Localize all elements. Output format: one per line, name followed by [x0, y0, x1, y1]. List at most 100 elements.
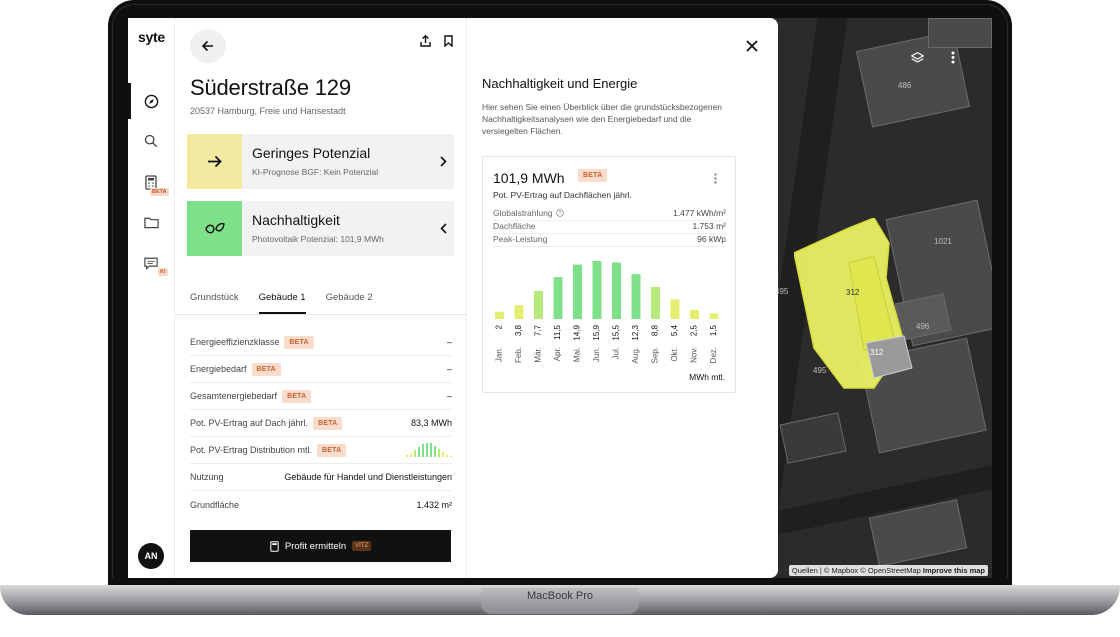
- row-total-energy: Gesamtenergiebedarf BETA –: [190, 383, 452, 410]
- row-value: –: [446, 364, 452, 374]
- map-attribution: Quellen | © Mapbox © OpenStreetMap Impro…: [788, 565, 988, 576]
- row-value: –: [446, 337, 452, 347]
- app-logo[interactable]: syte: [138, 29, 165, 45]
- potential-card[interactable]: Geringes Potenzial KI-Prognose BGF: Kein…: [187, 134, 454, 189]
- chart-bar: [553, 277, 563, 319]
- pv-sparkline: [406, 443, 452, 457]
- row-floor-area: Grundfläche 1.432 m²: [190, 491, 452, 518]
- month-tick-label: Jun.: [592, 347, 601, 362]
- nav-rail: syte BETA KI AN: [128, 18, 175, 578]
- detail-description: Hier sehen Sie einen Überblick über die …: [482, 102, 723, 136]
- month-tick-label: Sep.: [651, 347, 660, 363]
- row-label: Gesamtenergiebedarf: [190, 391, 278, 401]
- bar-value-label: 15,5: [612, 324, 621, 340]
- more-vertical-icon[interactable]: [942, 46, 964, 68]
- sparkline-bar: [410, 453, 412, 457]
- search-icon[interactable]: [142, 132, 160, 150]
- profit-button-label: Profit ermitteln: [284, 540, 347, 552]
- row-label: Energieeffizienzklasse: [190, 337, 280, 347]
- folder-icon[interactable]: [142, 213, 160, 231]
- layers-icon[interactable]: [906, 46, 928, 68]
- sparkline-bar: [438, 449, 440, 457]
- share-icon[interactable]: [418, 34, 432, 48]
- tabs-divider: [175, 314, 467, 315]
- vitz-badge: VITZ: [352, 541, 372, 551]
- month-tick-label: Feb.: [514, 347, 523, 363]
- row-energy-class: Energieeffizienzklasse BETA –: [190, 329, 452, 356]
- beta-badge: BETA: [313, 416, 343, 430]
- month-tick-label: Jul.: [612, 347, 621, 359]
- compass-icon[interactable]: [142, 92, 160, 110]
- active-indicator: [128, 83, 131, 119]
- row-value: Gebäude für Handel und Dienstleistungen: [284, 472, 452, 482]
- sparkline-bar: [430, 443, 432, 457]
- card-subtitle: Photovoltaik Potenzial: 101,9 MWh: [252, 234, 384, 244]
- bar-value-label: 11,5: [553, 324, 562, 340]
- month-tick-label: Jan.: [495, 347, 504, 362]
- device-label: MacBook Pro: [526, 590, 594, 602]
- chevron-left-icon: [432, 201, 454, 256]
- chart-bar: [592, 261, 602, 319]
- chevron-right-icon: [432, 134, 454, 189]
- bar-value-label: 3,8: [514, 324, 523, 336]
- row-value: 83,3 MWh: [410, 418, 452, 428]
- tab-gebaeude-2[interactable]: Gebäude 2: [326, 292, 373, 314]
- map-label: 312: [846, 288, 860, 297]
- card-subtitle: KI-Prognose BGF: Kein Potenzial: [252, 167, 379, 177]
- tab-gebaeude-1[interactable]: Gebäude 1: [258, 292, 306, 314]
- close-icon[interactable]: [746, 39, 760, 53]
- card-title: Nachhaltigkeit: [252, 212, 340, 228]
- map-label: 495: [813, 366, 827, 375]
- building-tabs: Grundstück Gebäude 1 Gebäude 2: [190, 292, 373, 314]
- selected-building[interactable]: [793, 217, 914, 389]
- chart-bar: [670, 299, 680, 319]
- leaf-icon: [187, 201, 242, 256]
- arrow-right-icon: [187, 134, 242, 189]
- row-label: Pot. PV-Ertrag Distribution mtl.: [190, 445, 313, 455]
- avatar[interactable]: AN: [138, 543, 164, 569]
- bar-value-label: 14,9: [573, 324, 582, 340]
- bar-value-label: 15,9: [592, 324, 601, 340]
- month-tick-label: Dez.: [709, 347, 718, 363]
- row-value: –: [446, 391, 452, 401]
- sustainability-card[interactable]: Nachhaltigkeit Photovoltaik Potenzial: 1…: [187, 201, 454, 256]
- detail-panel: Nachhaltigkeit und Energie Hier sehen Si…: [467, 18, 778, 578]
- sparkline-bar: [426, 443, 428, 457]
- screen: 486 1021 312 312 496 495 495 Quellen | ©…: [128, 18, 992, 578]
- beta-badge: BETA: [282, 389, 312, 403]
- chart-bar: [690, 309, 699, 319]
- pv-chart-card: 101,9 MWh BETA Pot. PV-Ertrag auf Dachfl…: [482, 156, 736, 393]
- chart-bar: [631, 274, 641, 319]
- month-tick-label: Nov.: [690, 347, 699, 363]
- bar-value-label: 7,7: [534, 324, 543, 336]
- bookmark-icon[interactable]: [441, 34, 455, 48]
- sparkline-bar: [422, 443, 424, 457]
- row-energy-demand: Energiebedarf BETA –: [190, 356, 452, 383]
- chart-bar: [573, 264, 582, 319]
- month-tick-label: Okt.: [670, 347, 679, 362]
- improve-map-link[interactable]: Improve this map: [923, 566, 985, 575]
- sparkline-bar: [434, 446, 436, 457]
- bar-value-label: 2: [495, 324, 504, 329]
- row-usage: Nutzung Gebäude für Handel und Dienstlei…: [190, 464, 452, 491]
- arrow-left-icon: [202, 40, 213, 52]
- ki-badge: KI: [158, 268, 168, 276]
- row-label: Nutzung: [190, 472, 224, 482]
- month-tick-label: Aug.: [631, 347, 640, 363]
- back-button[interactable]: [190, 29, 226, 63]
- tab-grundstueck[interactable]: Grundstück: [190, 292, 239, 314]
- sparkline-bar: [442, 452, 444, 457]
- map-label: 1021: [934, 237, 952, 246]
- row-pv-distribution: Pot. PV-Ertrag Distribution mtl. BETA: [190, 437, 452, 464]
- row-value: 1.432 m²: [416, 499, 452, 510]
- chart-bar: [514, 305, 524, 319]
- profit-button[interactable]: Profit ermitteln VITZ: [190, 530, 451, 562]
- bar-value-label: 8,8: [651, 324, 660, 336]
- address-subtitle: 20537 Hamburg, Freie und Hansestadt: [190, 106, 346, 116]
- chart-bar: [534, 290, 543, 319]
- beta-badge: BETA: [317, 443, 347, 457]
- chart-bar: [495, 311, 504, 319]
- chart-bar: [651, 286, 660, 319]
- row-label: Energiebedarf: [190, 364, 247, 374]
- chart-bar: [612, 262, 621, 319]
